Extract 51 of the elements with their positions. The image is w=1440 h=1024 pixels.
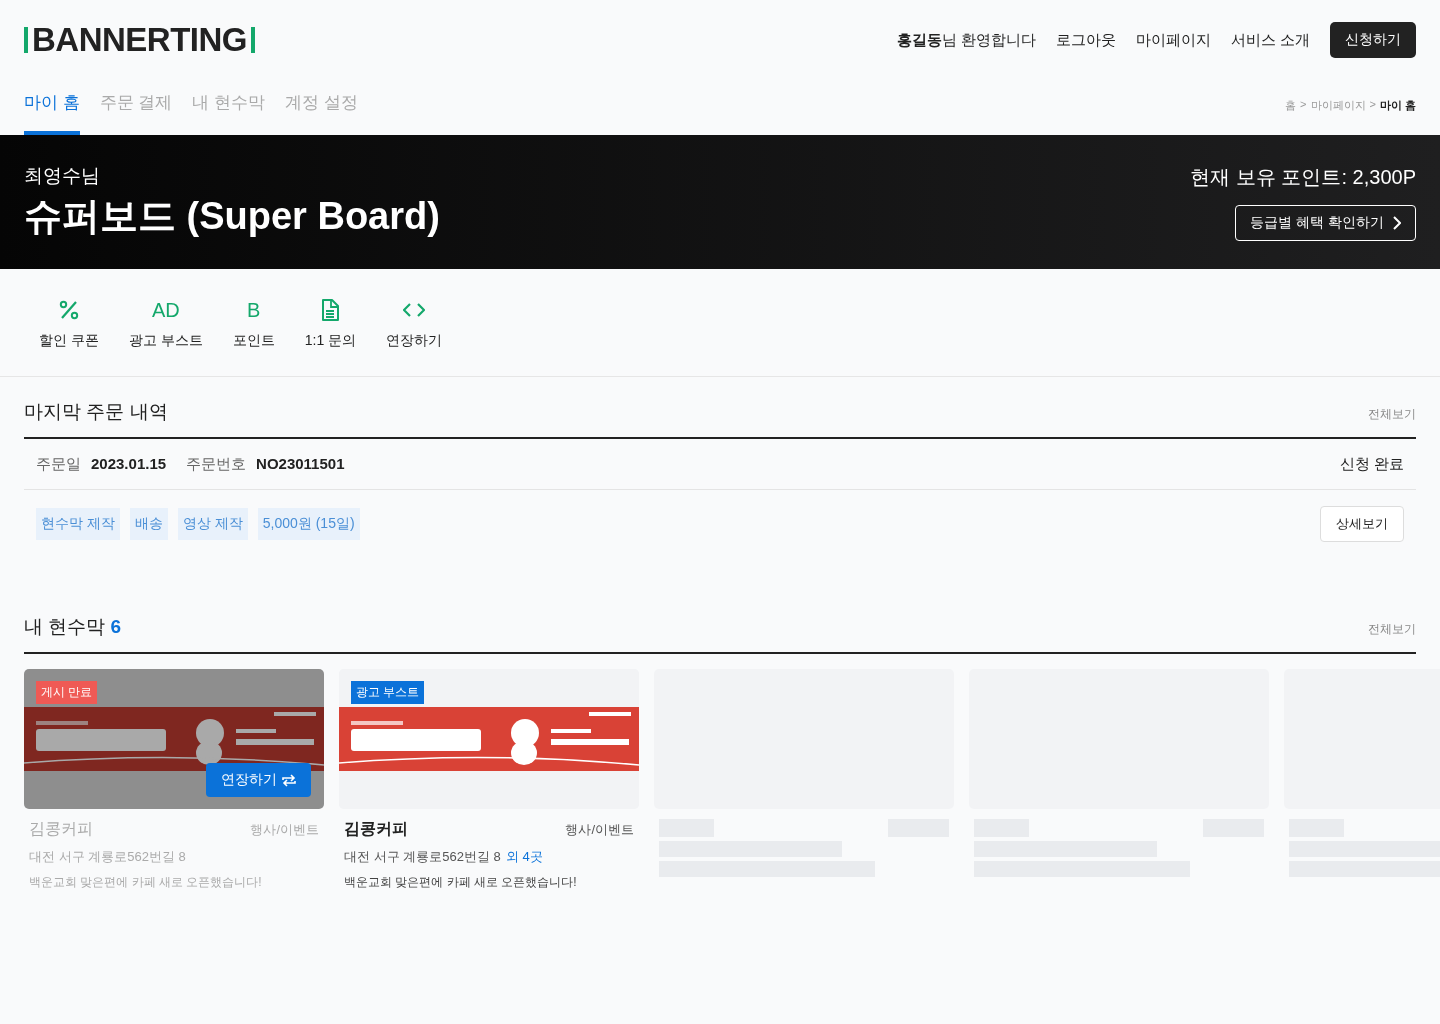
points-text: 현재 보유 포인트: 2,300P <box>1190 164 1416 190</box>
percent-icon <box>58 300 79 320</box>
breadcrumb-separator: > <box>1300 98 1307 112</box>
detail-button[interactable]: 상세보기 <box>1320 506 1404 542</box>
view-all-link[interactable]: 전체보기 <box>1368 621 1416 640</box>
order-tag: 현수막 제작 <box>36 508 120 540</box>
quick-menu-item[interactable]: B 포인트 <box>217 297 290 350</box>
section-title: 내 현수막 6 <box>24 615 122 639</box>
banner-address: 대전 서구 계룡로562번길 8 <box>29 849 186 864</box>
banner-description: 백운교회 맞은편에 카페 새로 오픈했습니다! <box>344 874 578 891</box>
banner-category: 행사/이벤트 <box>565 821 634 839</box>
field-label: 주문번호 <box>186 454 247 472</box>
view-all-link[interactable]: 전체보기 <box>1368 406 1416 425</box>
order-tag: 5,000원 (15일) <box>257 508 360 540</box>
quick-menu-item[interactable]: 연장하기 <box>371 297 458 350</box>
banner-name: 김콩커피 <box>29 819 93 839</box>
glyph-icon: AD <box>151 298 180 322</box>
logo[interactable]: BANNERTING <box>24 21 255 59</box>
benefits-button[interactable]: 등급별 혜택 확인하기 <box>1235 204 1416 241</box>
code-icon <box>403 303 426 317</box>
extend-button[interactable]: 연장하기 <box>206 763 311 797</box>
nav-link[interactable]: 로그아웃 <box>1055 30 1116 50</box>
breadcrumb-separator: > <box>1369 98 1376 112</box>
section-title: 마지막 주문 내역 <box>24 400 168 424</box>
apply-button[interactable]: 신청하기 <box>1330 22 1416 58</box>
nav-link[interactable]: 서비스 소개 <box>1230 30 1310 50</box>
order-tag: 영상 제작 <box>177 508 248 540</box>
banner-name: 김콩커피 <box>344 819 408 839</box>
greeting-text: 최영수님 <box>24 163 101 188</box>
glyph-icon: B <box>247 298 261 322</box>
status-badge: 게시 만료 <box>36 681 98 704</box>
banner-description: 백운교회 맞은편에 카페 새로 오픈했습니다! <box>29 874 263 891</box>
breadcrumb-item: 마이 홈 <box>1379 98 1416 113</box>
status-badge: 광고 부스트 <box>351 681 425 704</box>
banner-address: 대전 서구 계룡로562번길 8 <box>344 849 501 864</box>
quick-menu-item[interactable]: 할인 쿠폰 <box>24 297 114 350</box>
banner-category: 행사/이벤트 <box>250 821 319 839</box>
more-locations-link[interactable]: 외 4곳 <box>505 849 543 864</box>
grade-title: 슈퍼보드 (Super Board) <box>24 193 440 239</box>
order-number: NO23011501 <box>256 454 345 472</box>
field-label: 주문일 <box>36 454 81 472</box>
nav-link[interactable]: 마이페이지 <box>1135 30 1211 50</box>
order-tag: 배송 <box>129 508 168 540</box>
document-icon <box>321 299 340 321</box>
quick-menu-item[interactable]: AD 광고 부스트 <box>113 297 218 350</box>
order-status: 신청 완료 <box>1339 454 1404 474</box>
order-date: 2023.01.15 <box>91 454 167 472</box>
welcome-text: 홍길동님 환영합니다 <box>896 30 1036 50</box>
chevron-right-icon <box>1392 215 1401 230</box>
repeat-icon <box>282 773 296 787</box>
quick-menu-item[interactable]: 1:1 문의 <box>289 297 372 350</box>
